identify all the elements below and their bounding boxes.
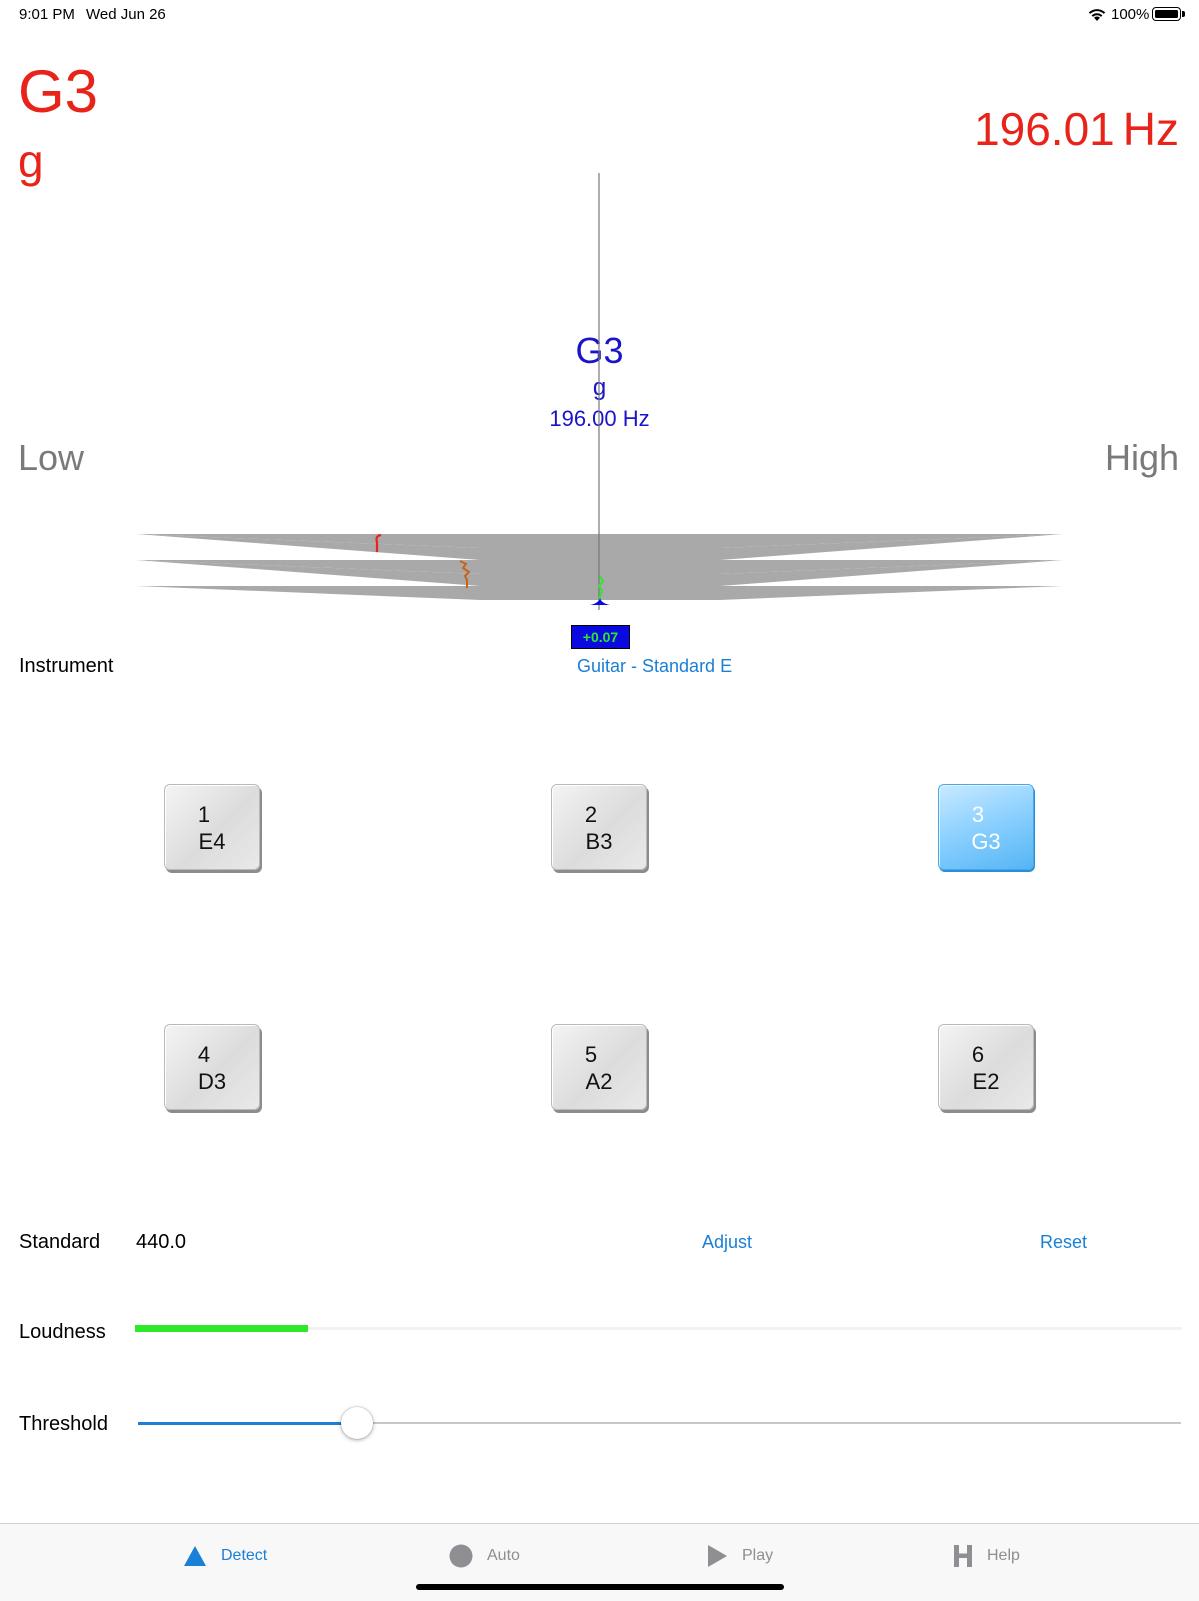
- string-number: 5: [584, 1042, 598, 1067]
- string-note: D3: [197, 1069, 227, 1094]
- string-button-2[interactable]: 2 B3: [551, 784, 647, 870]
- instrument-selector[interactable]: Guitar - Standard E: [577, 656, 732, 677]
- string-button-5[interactable]: 5 A2: [551, 1024, 647, 1110]
- tab-play[interactable]: Play: [706, 1541, 773, 1571]
- instrument-label: Instrument: [19, 655, 114, 677]
- detected-frequency-value: 196.01: [974, 103, 1115, 155]
- wifi-icon: [1088, 9, 1106, 21]
- string-note: E2: [972, 1069, 1000, 1094]
- string-number: 4: [197, 1042, 211, 1067]
- tuning-meter: [136, 173, 1063, 610]
- triangle-icon: [184, 1546, 206, 1566]
- standard-value: 440.0: [136, 1231, 187, 1253]
- adjust-button[interactable]: Adjust: [702, 1232, 752, 1253]
- tab-help-label: Help: [987, 1547, 1020, 1564]
- loudness-label: Loudness: [19, 1321, 106, 1343]
- string-button-1[interactable]: 1 E4: [164, 784, 260, 870]
- tab-auto-label: Auto: [487, 1547, 520, 1564]
- tab-help[interactable]: Help: [953, 1541, 1020, 1571]
- detected-frequency: 196.01 Hz: [974, 106, 1179, 152]
- string-number: 6: [971, 1042, 985, 1067]
- deviation-badge: +0.07: [571, 625, 630, 649]
- circle-icon: [449, 1544, 473, 1568]
- battery-icon: [1152, 7, 1185, 21]
- tab-detect-label: Detect: [221, 1547, 268, 1564]
- threshold-slider-thumb[interactable]: [341, 1407, 373, 1439]
- status-time: 9:01 PM: [19, 6, 75, 23]
- string-number: 3: [971, 802, 985, 827]
- string-note: E4: [198, 829, 226, 854]
- string-number: 1: [197, 802, 211, 827]
- status-date: Wed Jun 26: [86, 6, 166, 23]
- battery-percent: 100%: [1111, 6, 1150, 23]
- tab-auto[interactable]: Auto: [449, 1541, 520, 1571]
- string-button-3[interactable]: 3 G3: [938, 784, 1034, 870]
- loudness-meter-fill: [135, 1325, 308, 1332]
- tab-play-label: Play: [742, 1547, 774, 1564]
- h-icon: [954, 1545, 972, 1567]
- home-indicator: [416, 1584, 784, 1590]
- standard-label: Standard: [19, 1231, 101, 1253]
- string-button-4[interactable]: 4 D3: [164, 1024, 260, 1110]
- detected-note: G3: [18, 58, 99, 125]
- string-button-6[interactable]: 6 E2: [938, 1024, 1034, 1110]
- play-icon: [708, 1545, 727, 1567]
- string-number: 2: [584, 802, 598, 827]
- threshold-slider-fill: [138, 1422, 357, 1425]
- detected-frequency-unit: Hz: [1122, 103, 1179, 155]
- reset-button[interactable]: Reset: [1040, 1232, 1087, 1253]
- tab-detect[interactable]: Detect: [183, 1541, 267, 1571]
- string-note: B3: [585, 829, 613, 854]
- string-note: G3: [971, 829, 1001, 854]
- threshold-label: Threshold: [19, 1413, 108, 1435]
- string-note: A2: [585, 1069, 613, 1094]
